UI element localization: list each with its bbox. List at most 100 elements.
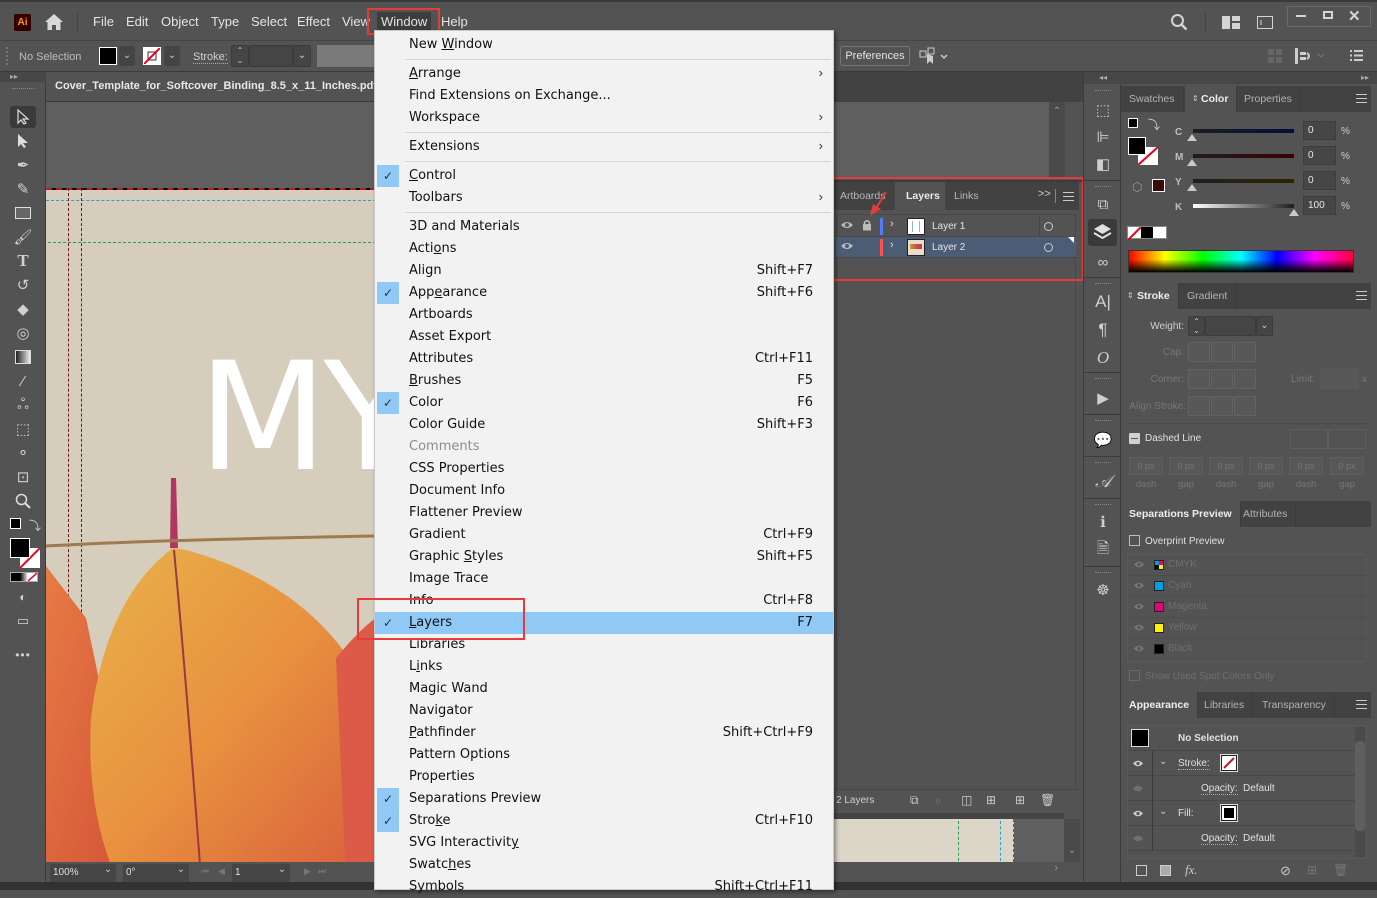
add-new-stroke-icon[interactable] [1136, 865, 1147, 876]
last-artboard-button[interactable]: ⏭ [318, 866, 326, 877]
paragraph-panel-icon[interactable]: ¶ [1093, 320, 1113, 340]
navigator-panel-icon[interactable]: ☸ [1093, 580, 1113, 600]
variable-width-profile[interactable] [317, 45, 374, 67]
close-icon[interactable]: ✕ [1348, 7, 1361, 25]
stroke-swatch[interactable] [1220, 754, 1238, 772]
fill-color-box[interactable] [10, 538, 30, 558]
align-outside-button[interactable] [1234, 396, 1256, 416]
eyedropper-tool-icon[interactable]: ⁄ [10, 370, 36, 392]
gap-2-input[interactable]: 0 px [1249, 457, 1283, 475]
visibility-eye-icon[interactable] [1132, 834, 1144, 843]
dock-grip[interactable] [1095, 186, 1111, 189]
stroke-weight-stepper[interactable]: ⌃ ⌄ [231, 45, 249, 67]
menu-item-workspace[interactable]: Workspace › [375, 107, 833, 129]
collapse-panels-button[interactable]: ▸▸ [1121, 72, 1377, 84]
new-sublayer-icon[interactable]: ⊞ [986, 793, 996, 807]
opacity-label[interactable]: Opacity: [1201, 783, 1238, 795]
tab-libraries[interactable]: Libraries [1196, 692, 1254, 718]
fill-color-box[interactable] [1128, 137, 1146, 155]
butt-cap-button[interactable] [1188, 342, 1210, 362]
dock-grip[interactable] [1095, 420, 1111, 423]
gap-1-input[interactable]: 0 px [1169, 457, 1203, 475]
fill-label[interactable]: Fill: [1178, 808, 1194, 819]
clear-appearance-icon[interactable]: ⊘ [1280, 863, 1291, 879]
collapse-chevron-icon[interactable]: ⌄ [1159, 806, 1167, 817]
shape-builder-tool-icon[interactable]: ⚬ [10, 442, 36, 464]
grip-handle[interactable] [6, 47, 8, 65]
info-panel-icon[interactable]: ℹ [1093, 512, 1113, 532]
menu-item-appearance[interactable]: ✓ Appearance Shift+F6 [375, 282, 833, 304]
color-panel-menu-icon[interactable] [1356, 94, 1367, 103]
limit-input[interactable] [1320, 368, 1359, 389]
clipping-mask-icon[interactable]: ◫ [961, 793, 972, 807]
locate-object-icon[interactable]: ⌕ [935, 793, 942, 808]
add-new-fill-icon[interactable] [1160, 865, 1171, 876]
round-cap-button[interactable] [1211, 342, 1233, 362]
scroll-down-button[interactable]: ⌄ [1064, 819, 1080, 862]
menu-item-extensions[interactable]: Extensions › [375, 136, 833, 158]
symbol-sprayer-tool-icon[interactable]: ஃ [10, 394, 36, 416]
menu-item-flattener-preview[interactable]: Flattener Preview [375, 502, 833, 524]
default-fill-stroke-icon[interactable] [1128, 118, 1138, 128]
visibility-eye-icon[interactable] [1132, 809, 1144, 818]
type-tool-icon[interactable]: T [10, 250, 36, 272]
new-layer-icon[interactable]: ⊞ [1015, 793, 1025, 807]
color-spectrum[interactable] [1128, 250, 1354, 273]
tab-appearance[interactable]: Appearance [1121, 692, 1199, 718]
quick-swatches[interactable] [1127, 226, 1167, 240]
menu-item-pathfinder[interactable]: Pathfinder Shift+Ctrl+F9 [375, 722, 833, 744]
draw-mode-icon[interactable]: ◐ [10, 586, 36, 608]
visibility-eye-icon[interactable] [1132, 784, 1144, 793]
align-panel-icon[interactable]: ⊫ [1093, 127, 1113, 147]
menu-item-find-extensions-on-exchange[interactable]: Find Extensions on Exchange... [375, 85, 833, 107]
plate-row-yellow[interactable]: Yellow [1129, 618, 1367, 639]
tab-swatches[interactable]: Swatches [1121, 86, 1184, 112]
menu-item-swatches[interactable]: Swatches [375, 854, 833, 876]
tab-attributes[interactable]: Attributes [1235, 501, 1297, 527]
bevel-join-button[interactable] [1234, 369, 1256, 389]
comments-panel-icon[interactable]: 💬 [1093, 430, 1113, 450]
menu-item-new-window[interactable]: New Window [375, 34, 833, 56]
document-tab[interactable]: Cover_Template_for_Softcover_Binding_8.5… [46, 72, 381, 102]
visibility-eye-icon[interactable] [1133, 560, 1145, 569]
plate-row-magenta[interactable]: Magenta [1129, 597, 1367, 618]
in-gamut-swatch[interactable] [1152, 179, 1165, 192]
screen-mode-icon[interactable]: ▭ [10, 610, 36, 632]
scroll-right-button[interactable]: › [834, 862, 1064, 882]
menu-item-actions[interactable]: Actions [375, 238, 833, 260]
menu-effect[interactable]: Effect [297, 14, 330, 29]
layers-panel-icon-active[interactable] [1088, 219, 1117, 246]
preferences-button[interactable]: Preferences [840, 46, 910, 66]
color-mode-buttons[interactable] [10, 572, 38, 582]
menu-edit[interactable]: Edit [126, 14, 148, 29]
rectangle-tool-icon[interactable] [10, 202, 36, 224]
zoom-level-field[interactable]: 100% [50, 864, 100, 882]
character-panel-icon[interactable]: A| [1093, 292, 1113, 312]
fill-swatch[interactable] [99, 47, 117, 65]
default-colors-icon[interactable] [10, 518, 21, 529]
appearance-panel-menu-icon[interactable] [1356, 700, 1367, 709]
dock-grip[interactable] [1095, 283, 1111, 286]
black-slider-thumb[interactable] [1289, 209, 1299, 216]
round-join-button[interactable] [1211, 369, 1233, 389]
collapse-toolbar-button[interactable]: ▸▸ [0, 72, 46, 82]
next-artboard-button[interactable]: ▶ [304, 866, 311, 877]
menu-item-control[interactable]: ✓ Control [375, 165, 833, 187]
first-artboard-button[interactable]: ⏮ [201, 866, 209, 877]
menu-item-properties[interactable]: Properties [375, 766, 833, 788]
fill-swatch[interactable] [1220, 804, 1238, 822]
spot-colors-checkbox[interactable] [1129, 670, 1140, 681]
black-value-input[interactable]: 100 [1303, 196, 1336, 215]
menu-item-pattern-options[interactable]: Pattern Options [375, 744, 833, 766]
visibility-eye-icon[interactable] [1132, 759, 1144, 768]
links-panel-icon[interactable]: ∞ [1093, 252, 1113, 272]
appearance-stroke-opacity-row[interactable]: Opacity: Default [1127, 776, 1355, 801]
arrange-documents-icon[interactable] [1222, 16, 1240, 29]
delete-layer-icon[interactable]: 🗑 [1040, 793, 1055, 807]
dock-grip[interactable] [1095, 504, 1111, 507]
menu-item-document-info[interactable]: Document Info [375, 480, 833, 502]
minimize-icon[interactable] [1296, 15, 1306, 17]
stroke-weight-dropdown[interactable]: ⌄ [293, 45, 311, 67]
menu-item-magic-wand[interactable]: Magic Wand [375, 678, 833, 700]
visibility-eye-icon[interactable] [1133, 602, 1145, 611]
